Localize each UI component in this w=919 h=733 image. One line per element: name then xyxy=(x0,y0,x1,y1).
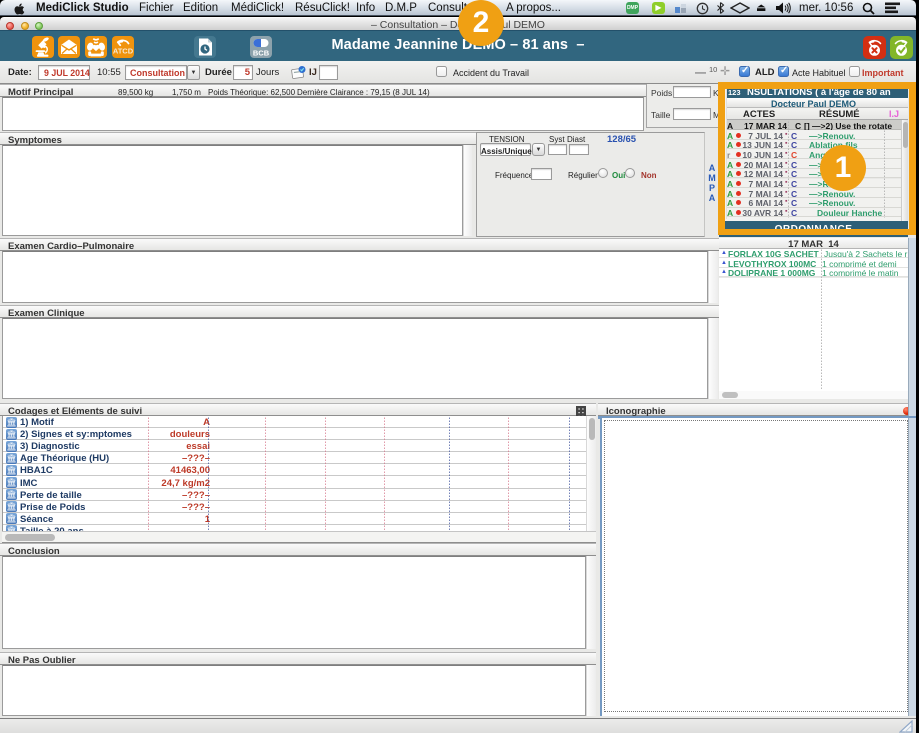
svg-text:ATCD: ATCD xyxy=(113,47,134,56)
svg-text:BCB: BCB xyxy=(253,49,270,58)
